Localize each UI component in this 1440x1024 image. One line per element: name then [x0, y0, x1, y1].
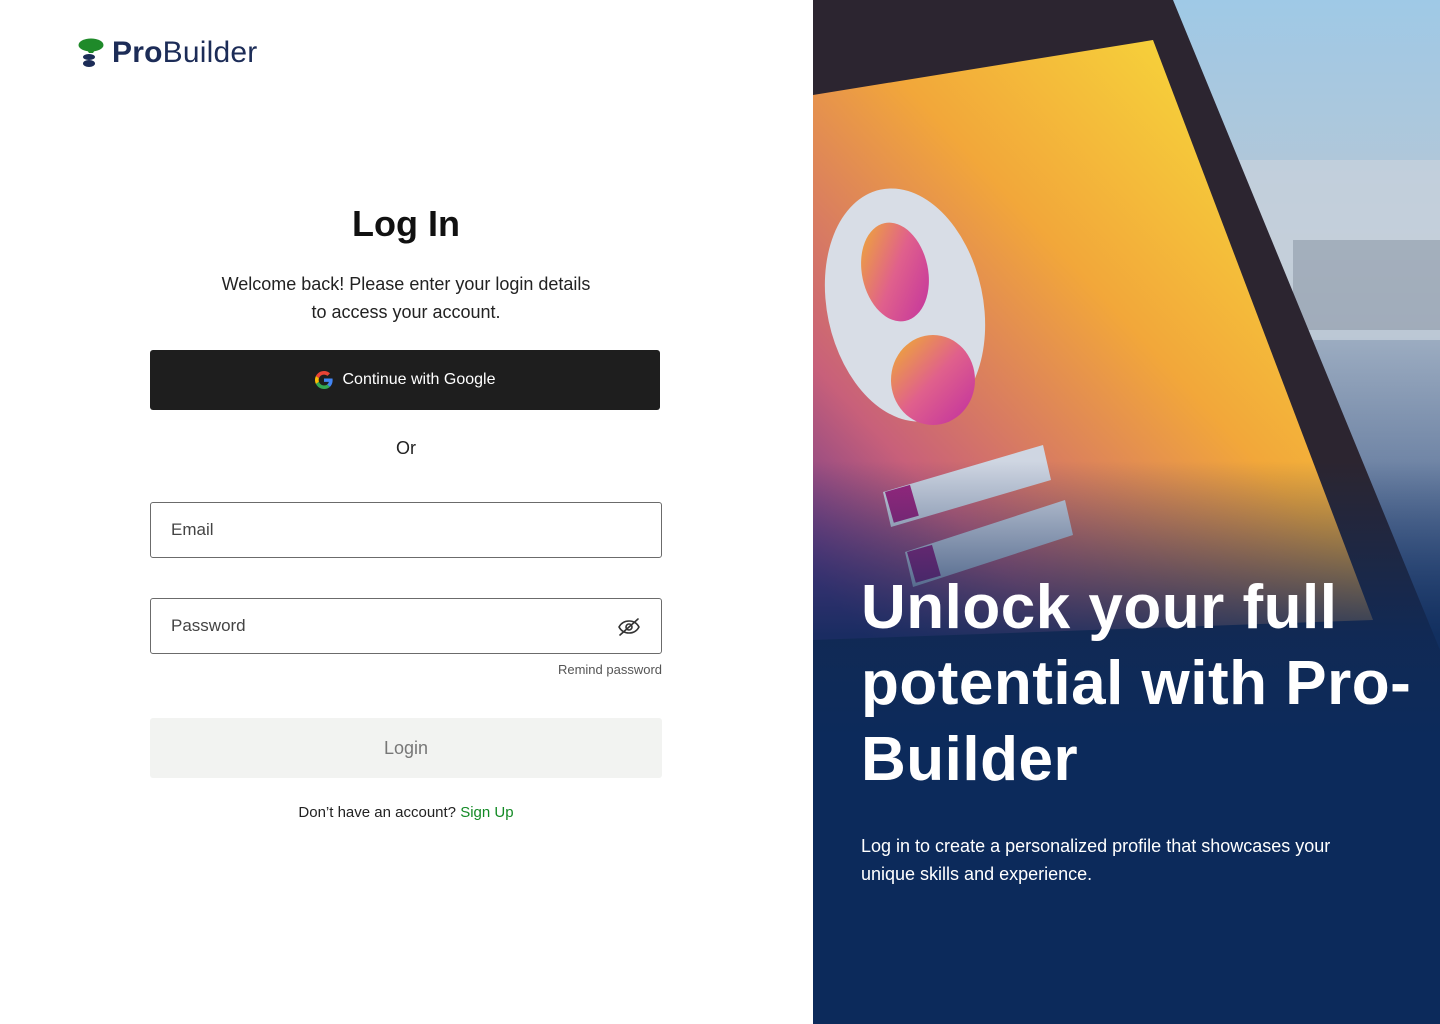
brand-logo[interactable]: ProBuilder: [78, 38, 257, 68]
probuilder-logo-icon: [78, 38, 104, 68]
continue-with-google-button[interactable]: Continue with Google: [150, 350, 660, 410]
promo-headline: Unlock your full potential with Pro-Buil…: [861, 573, 1412, 794]
page-subtitle: Welcome back! Please enter your login de…: [221, 274, 591, 322]
signup-link[interactable]: Sign Up: [460, 804, 513, 821]
login-form: Log In Welcome back! Please enter your l…: [150, 200, 662, 821]
password-field[interactable]: [150, 598, 662, 654]
signup-prompt: Don’t have an account?: [298, 804, 457, 821]
login-panel: ProBuilder Log In Welcome back! Please e…: [0, 0, 813, 1024]
google-button-label: Continue with Google: [342, 371, 496, 388]
remind-password-link[interactable]: Remind password: [150, 662, 662, 678]
password-input[interactable]: [171, 616, 641, 636]
google-icon: [314, 371, 333, 389]
brand-name: ProBuilder: [112, 38, 257, 68]
brand-name-regular: Builder: [162, 36, 258, 69]
or-divider: Or: [396, 438, 416, 458]
eye-off-icon[interactable]: [617, 615, 641, 639]
login-button[interactable]: Login: [150, 718, 662, 778]
brand-name-bold: Pro: [112, 36, 163, 69]
email-input[interactable]: [171, 520, 641, 540]
promo-panel: Unlock your full potential with Pro-Buil…: [813, 0, 1440, 1024]
page-title: Log In: [352, 203, 460, 244]
promo-description: Log in to create a personalized profile …: [861, 836, 1331, 884]
email-field[interactable]: [150, 502, 662, 558]
signup-row: Don’t have an account? Sign Up: [150, 804, 662, 821]
